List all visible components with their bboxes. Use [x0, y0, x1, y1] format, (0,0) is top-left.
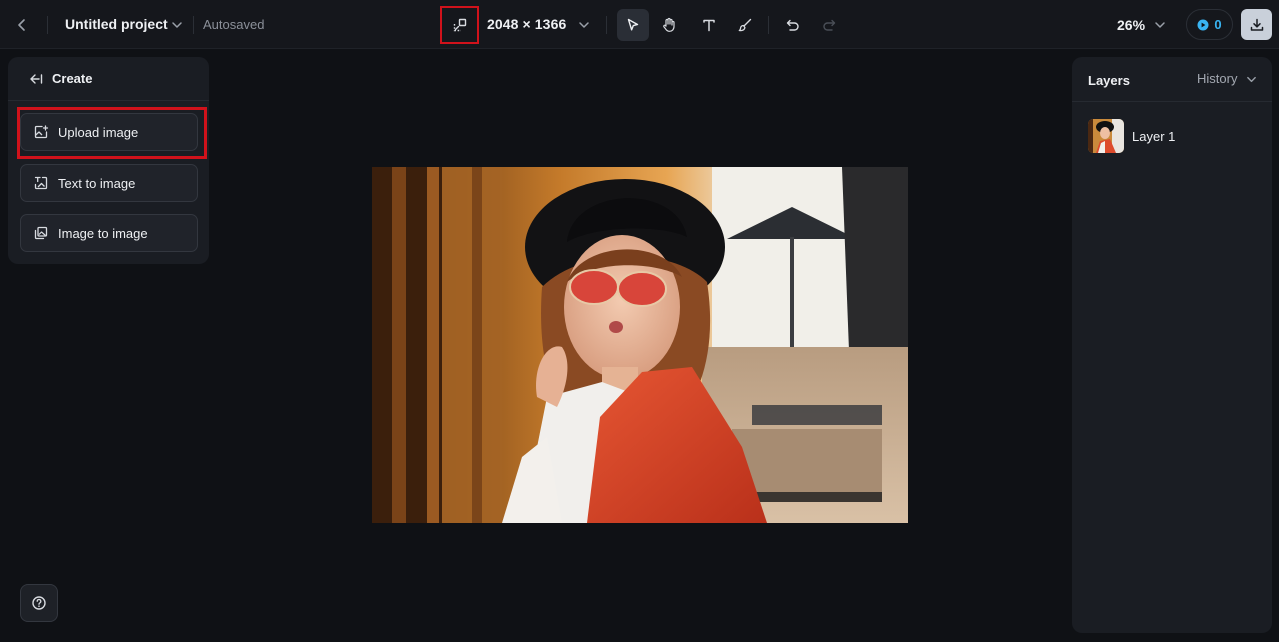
project-title[interactable]: Untitled project: [65, 16, 168, 32]
zoom-dropdown[interactable]: [1151, 16, 1169, 34]
canvas-size-dropdown[interactable]: [575, 16, 593, 34]
layers-tab[interactable]: Layers: [1088, 73, 1130, 88]
undo-button[interactable]: [777, 9, 809, 41]
brush-tool-button[interactable]: [729, 9, 761, 41]
resize-canvas-icon: [453, 18, 466, 32]
canvas-image-layer[interactable]: [372, 167, 908, 523]
toolbar-divider: [768, 16, 769, 34]
brush-icon: [738, 18, 752, 32]
credits-button[interactable]: 0: [1186, 9, 1233, 40]
autosave-status: Autosaved: [203, 17, 265, 32]
text-tool-icon: [703, 19, 715, 32]
text-tool-button[interactable]: [693, 9, 725, 41]
toolbar-divider: [193, 16, 194, 34]
chevron-left-icon: [18, 19, 25, 31]
cursor-arrow-icon: [627, 18, 639, 31]
help-circle-icon: [32, 596, 46, 610]
upload-image-label: Upload image: [58, 124, 139, 140]
create-panel-title: Create: [52, 71, 93, 86]
undo-icon: [786, 19, 799, 31]
layers-panel-header: Layers History: [1072, 57, 1272, 102]
portrait-photo: [372, 167, 908, 523]
credits-icon: [1197, 19, 1209, 30]
canvas-size-label[interactable]: 2048 × 1366: [487, 16, 566, 32]
create-back-button[interactable]: [28, 71, 44, 87]
app-root: Untitled project Autosaved 2048 × 1366 2…: [0, 0, 1279, 642]
back-button[interactable]: [10, 13, 34, 37]
hand-tool-button[interactable]: [653, 9, 685, 41]
resize-canvas-button[interactable]: [440, 6, 479, 44]
upload-image-button[interactable]: Upload image: [20, 113, 198, 151]
layers-panel: Layers History Layer 1: [1072, 57, 1272, 633]
toolbar-divider: [606, 16, 607, 34]
hand-pan-icon: [663, 17, 675, 32]
text-to-image-button[interactable]: Text to image: [20, 164, 198, 202]
redo-icon: [823, 19, 836, 31]
chevron-down-icon: [172, 22, 182, 28]
upload-image-icon: [33, 124, 49, 140]
layer-item[interactable]: Layer 1: [1082, 117, 1262, 155]
zoom-level[interactable]: 26%: [1117, 17, 1145, 33]
project-menu-button[interactable]: [168, 16, 186, 34]
image-to-image-label: Image to image: [58, 225, 148, 241]
chevron-down-icon: [579, 22, 589, 28]
layer-thumbnail: [1088, 119, 1124, 153]
image-to-image-button[interactable]: Image to image: [20, 214, 198, 252]
image-to-image-icon: [33, 225, 49, 241]
history-tab[interactable]: History: [1197, 71, 1237, 86]
create-panel-header: Create: [8, 57, 209, 101]
layer-name: Layer 1: [1132, 128, 1176, 144]
arrow-left-bar-icon: [30, 74, 43, 84]
credits-count: 0: [1214, 17, 1222, 32]
text-to-image-label: Text to image: [58, 175, 136, 191]
history-dropdown[interactable]: [1244, 72, 1258, 86]
toolbar-divider: [47, 16, 48, 34]
select-tool-button[interactable]: [617, 9, 649, 41]
chevron-down-icon: [1246, 76, 1256, 82]
download-button[interactable]: [1241, 9, 1272, 40]
download-icon: [1250, 18, 1263, 31]
top-toolbar: Untitled project Autosaved 2048 × 1366 2…: [0, 0, 1279, 49]
create-panel: Create Upload image Text to image Image …: [8, 57, 209, 264]
chevron-down-icon: [1155, 22, 1165, 28]
redo-button[interactable]: [813, 9, 845, 41]
text-to-image-icon: [33, 175, 49, 191]
help-button[interactable]: [20, 584, 58, 622]
